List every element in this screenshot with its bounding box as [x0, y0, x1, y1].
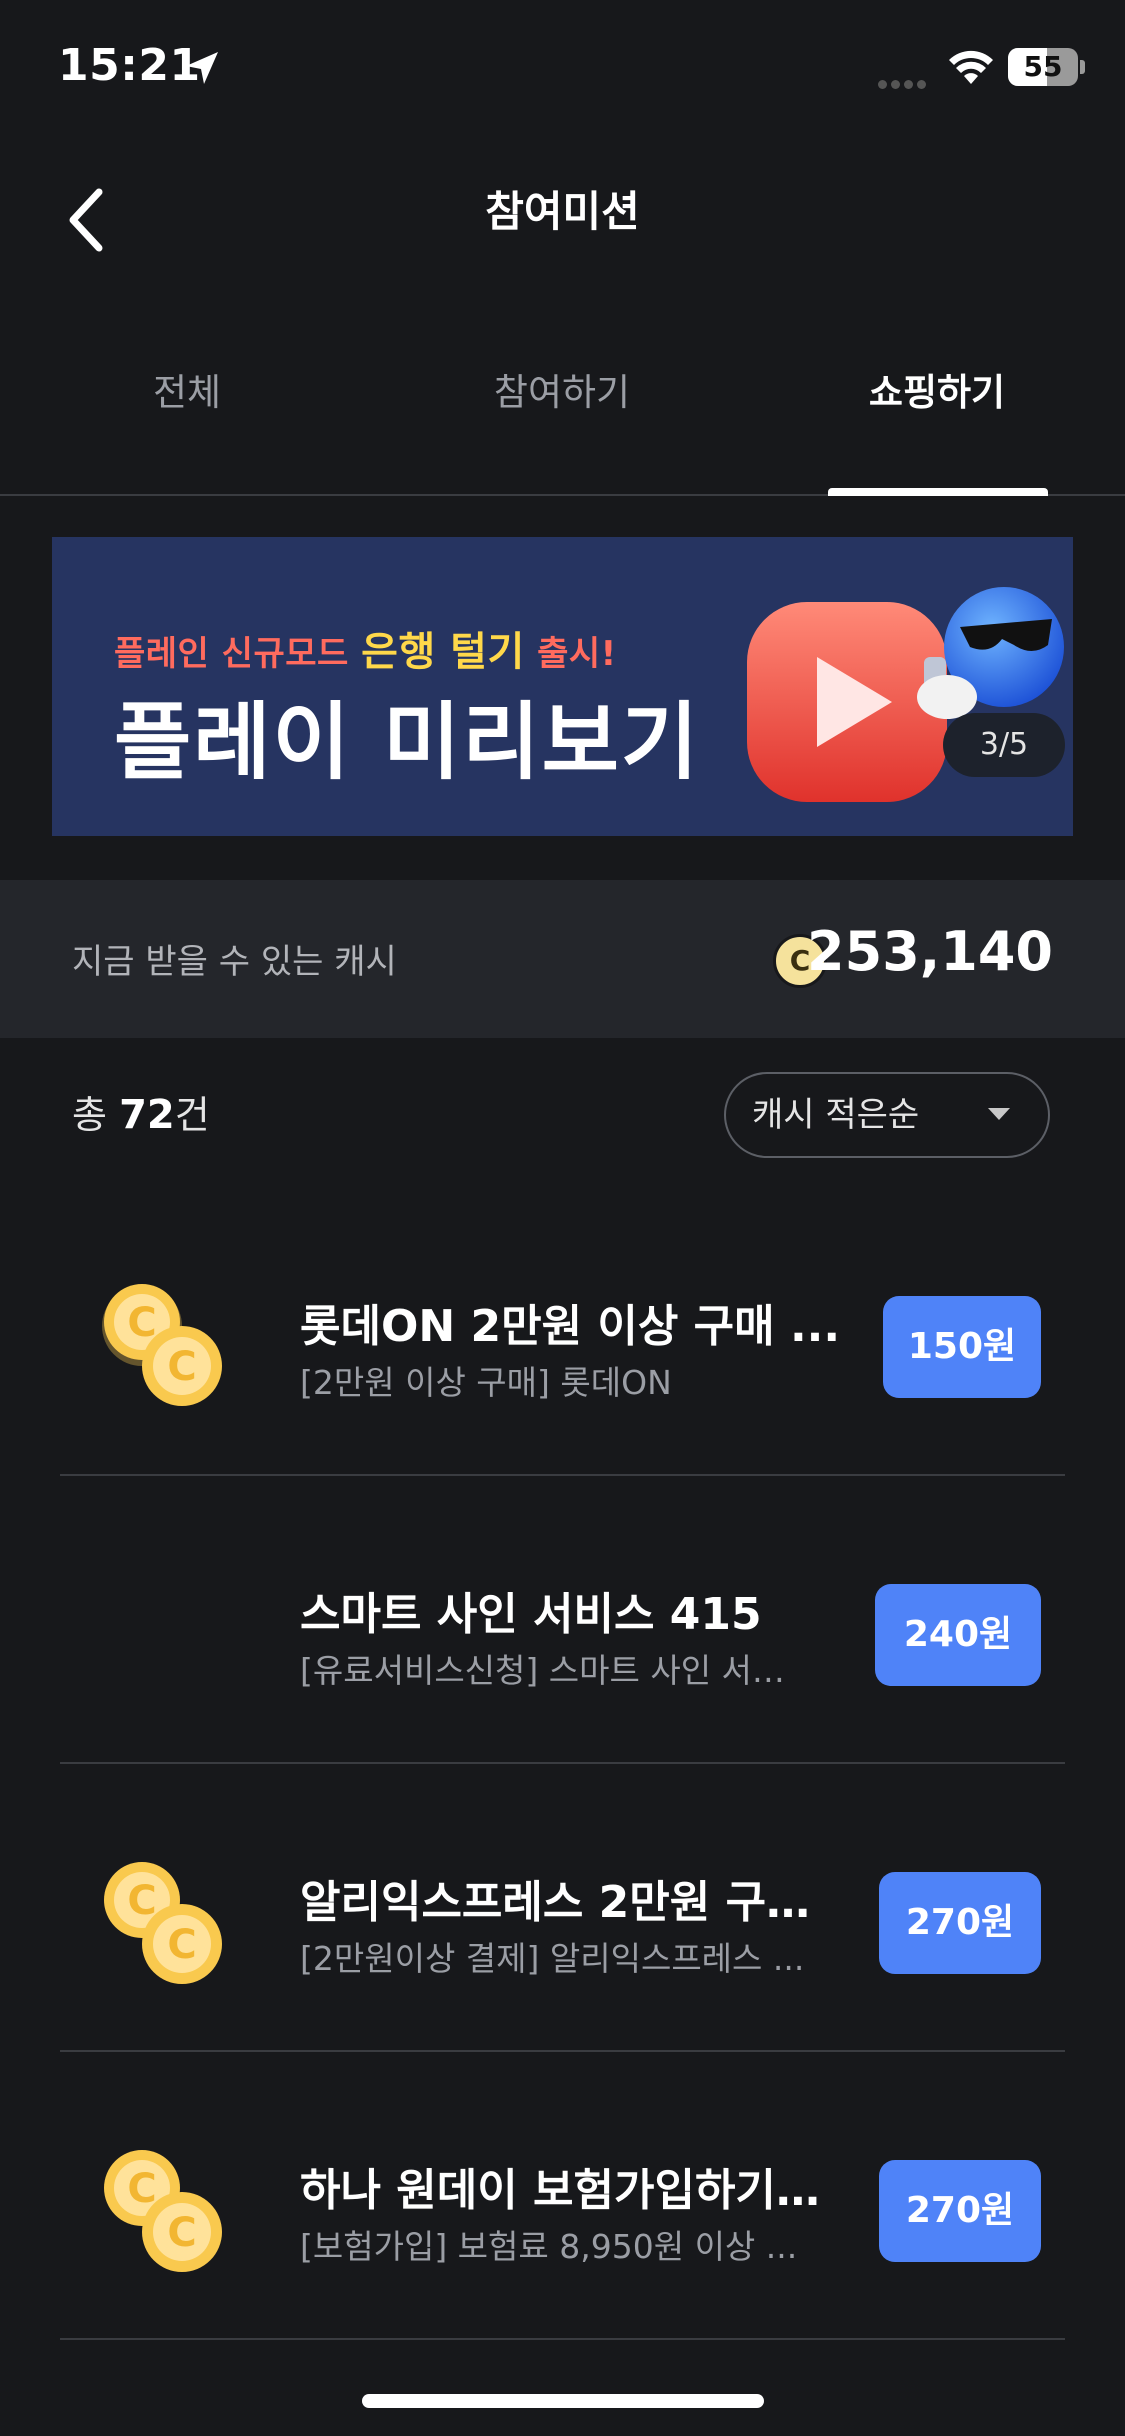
total-count-value: 72: [119, 1092, 175, 1138]
mission-subtitle: [2만원 이상 구매] 롯데ON: [300, 1363, 672, 1402]
mission-title: 알리익스프레스 2만원 구…: [300, 1877, 811, 1928]
svg-text:C: C: [127, 1300, 156, 1346]
banner-subtitle: 플레인 신규모드 은행 털기 출시!: [114, 619, 617, 677]
mission-item[interactable]: C C 하나 원데이 보험가입하기… [보험가입] 보험료 8,950원 이상 …: [60, 2052, 1065, 2340]
sort-label: 캐시 적은순: [752, 1095, 920, 1135]
banner-page-indicator: 3/5: [943, 713, 1065, 777]
banner-sub-highlight: 은행 털기: [361, 629, 525, 675]
mission-item[interactable]: 스마트 사인 서비스 415 [유료서비스신청] 스마트 사인 서… 240원: [60, 1476, 1065, 1764]
wifi-icon: [949, 50, 993, 84]
tab-all[interactable]: 전체: [60, 368, 314, 418]
cellular-signal-icon: [878, 74, 930, 93]
tab-participate[interactable]: 참여하기: [435, 368, 689, 418]
coins-icon: C C: [104, 2150, 222, 2272]
available-cash-amount: 253,140: [807, 920, 1053, 983]
caret-down-icon: [988, 1108, 1010, 1120]
svg-text:C: C: [127, 2166, 156, 2212]
svg-text:C: C: [127, 1878, 156, 1924]
tab-shopping[interactable]: 쇼핑하기: [810, 368, 1064, 418]
mission-subtitle: [보험가입] 보험료 8,950원 이상 ...: [300, 2227, 798, 2266]
reward-button[interactable]: 240원: [875, 1584, 1041, 1686]
tab-bar: 전체 참여하기 쇼핑하기: [0, 352, 1125, 496]
coins-icon: C C: [102, 1284, 222, 1406]
status-time: 15:21: [58, 40, 201, 91]
total-count-prefix: 총: [72, 1093, 107, 1137]
page-title: 참여미션: [485, 187, 640, 236]
mission-subtitle: [2만원이상 결제] 알리익스프레스 ...: [300, 1939, 805, 1978]
available-cash-panel: 지금 받을 수 있는 캐시 C 253,140: [0, 880, 1125, 1038]
promo-banner[interactable]: 플레인 신규모드 은행 털기 출시! 플레이 미리보기 3/5: [52, 537, 1073, 836]
total-count-suffix: 건: [174, 1093, 210, 1137]
mission-subtitle: [유료서비스신청] 스마트 사인 서…: [300, 1651, 785, 1690]
battery-level: 55: [1023, 50, 1063, 83]
svg-text:C: C: [167, 1922, 196, 1968]
svg-text:C: C: [167, 1344, 196, 1390]
reward-button[interactable]: 150원: [883, 1296, 1041, 1398]
available-cash-label: 지금 받을 수 있는 캐시: [72, 942, 397, 982]
banner-sub-prefix: 플레인 신규모드: [114, 634, 349, 674]
active-tab-indicator: [828, 488, 1048, 496]
mission-list: C C 롯데ON 2만원 이상 구매 ... [2만원 이상 구매] 롯데ON …: [60, 1188, 1065, 2340]
coins-icon: C C: [104, 1862, 222, 1984]
banner-title: 플레이 미리보기: [114, 693, 701, 791]
svg-text:C: C: [167, 2210, 196, 2256]
reward-button[interactable]: 270원: [879, 1872, 1041, 1974]
mission-title: 하나 원데이 보험가입하기…: [300, 2165, 820, 2216]
location-arrow-icon: [186, 52, 218, 84]
mission-item[interactable]: C C 알리익스프레스 2만원 구… [2만원이상 결제] 알리익스프레스 ..…: [60, 1764, 1065, 2052]
banner-sub-suffix: 출시!: [537, 634, 617, 674]
mission-title: 롯데ON 2만원 이상 구매 ...: [300, 1301, 841, 1352]
battery-icon: 55: [1008, 48, 1078, 86]
battery-tip: [1080, 60, 1085, 74]
mission-title: 스마트 사인 서비스 415: [300, 1589, 762, 1640]
total-count: 총 72건: [72, 1084, 210, 1139]
play-character-illustration: [747, 587, 1064, 802]
mission-item[interactable]: C C 롯데ON 2만원 이상 구매 ... [2만원 이상 구매] 롯데ON …: [60, 1188, 1065, 1476]
reward-button[interactable]: 270원: [879, 2160, 1041, 2262]
sort-dropdown[interactable]: 캐시 적은순: [724, 1072, 1050, 1158]
home-indicator[interactable]: [362, 2394, 764, 2408]
